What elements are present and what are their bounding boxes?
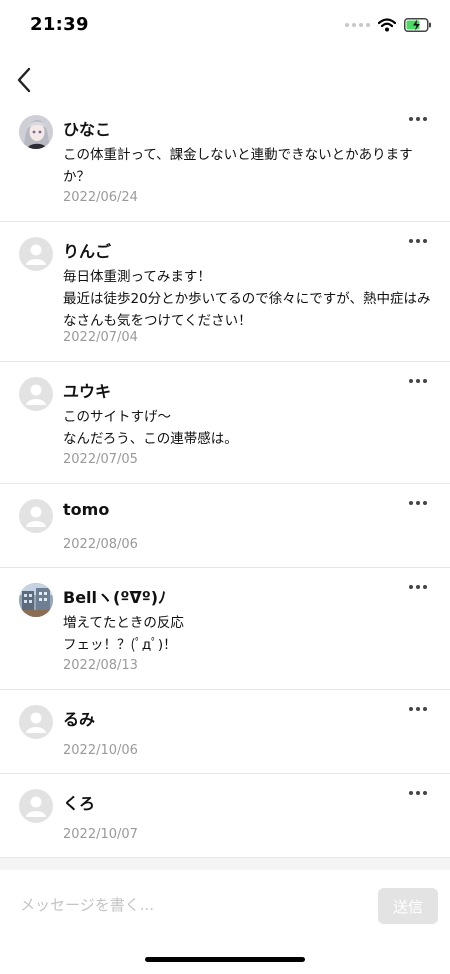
avatar[interactable] <box>19 237 53 271</box>
back-button[interactable] <box>8 62 40 98</box>
more-options-button[interactable] <box>408 114 428 124</box>
send-button[interactable]: 送信 <box>378 888 438 924</box>
home-indicator[interactable] <box>145 957 305 962</box>
user-icon <box>26 384 46 405</box>
comment-author: くろ <box>63 794 96 813</box>
comment-item: りんご 毎日体重測ってみます！ 最近は徒歩20分とか歩いてるので徐々にですが、熱… <box>0 222 450 362</box>
comment-list[interactable]: ひなこ この体重計って、課金しないと連動できないとかありますか？ 2022/06… <box>0 100 450 858</box>
more-options-button[interactable] <box>408 236 428 246</box>
comment-item: tomo 2022/08/06 <box>0 484 450 568</box>
comment-date: 2022/10/07 <box>63 827 138 842</box>
chevron-left-icon <box>17 67 31 93</box>
comment-date: 2022/10/06 <box>63 743 138 758</box>
comment-date: 2022/06/24 <box>63 190 138 205</box>
comment-item: るみ 2022/10/06 <box>0 690 450 774</box>
more-options-button[interactable] <box>408 704 428 714</box>
divider <box>0 858 450 870</box>
comment-author: ひなこ <box>63 120 112 139</box>
avatar[interactable] <box>19 115 53 149</box>
comment-item: ひなこ この体重計って、課金しないと連動できないとかありますか？ 2022/06… <box>0 100 450 222</box>
more-options-button[interactable] <box>408 376 428 386</box>
comment-author: Bellヽ(ºᐁº)ﾉ <box>63 588 167 607</box>
comment-author: tomo <box>63 500 110 519</box>
comment-date: 2022/07/04 <box>63 330 138 345</box>
comment-item: Bellヽ(ºᐁº)ﾉ 増えてたときの反応 フェッ！？(ﾟдﾟ)！ 2022/0… <box>0 568 450 690</box>
avatar[interactable] <box>19 499 53 533</box>
comment-body: このサイトすげ〜 なんだろう、この連帯感は。 <box>63 409 238 447</box>
comment-item: くろ 2022/10/07 <box>0 774 450 858</box>
more-options-button[interactable] <box>408 788 428 798</box>
battery-charging-icon <box>404 18 431 32</box>
comment-author: りんご <box>63 242 112 261</box>
comment-author: るみ <box>63 710 96 729</box>
more-options-button[interactable] <box>408 498 428 508</box>
avatar[interactable] <box>19 705 53 739</box>
comment-date: 2022/08/13 <box>63 658 138 673</box>
comment-author: ユウキ <box>63 382 112 401</box>
user-icon <box>26 712 46 733</box>
message-composer: 送信 <box>0 870 450 940</box>
comment-body: 増えてたときの反応 フェッ！？(ﾟдﾟ)！ <box>63 615 184 653</box>
comment-body: 毎日体重測ってみます！ 最近は徒歩20分とか歩いてるので徐々にですが、熱中症はみ… <box>63 269 431 329</box>
wifi-icon <box>378 18 396 32</box>
message-input[interactable] <box>20 890 360 920</box>
comment-date: 2022/07/05 <box>63 452 138 467</box>
status-time: 21:39 <box>30 14 89 35</box>
user-icon <box>26 244 46 265</box>
user-icon <box>26 506 46 527</box>
comment-body: この体重計って、課金しないと連動できないとかありますか？ <box>63 147 413 185</box>
comment-date: 2022/08/06 <box>63 537 138 552</box>
more-options-button[interactable] <box>408 582 428 592</box>
status-icons <box>345 18 432 32</box>
cellular-signal-icon <box>345 23 370 27</box>
avatar[interactable] <box>19 377 53 411</box>
avatar[interactable] <box>19 789 53 823</box>
status-bar: 21:39 <box>0 0 450 54</box>
comment-item: ユウキ このサイトすげ〜 なんだろう、この連帯感は。 2022/07/05 <box>0 362 450 484</box>
user-icon <box>26 796 46 817</box>
avatar[interactable] <box>19 583 53 617</box>
